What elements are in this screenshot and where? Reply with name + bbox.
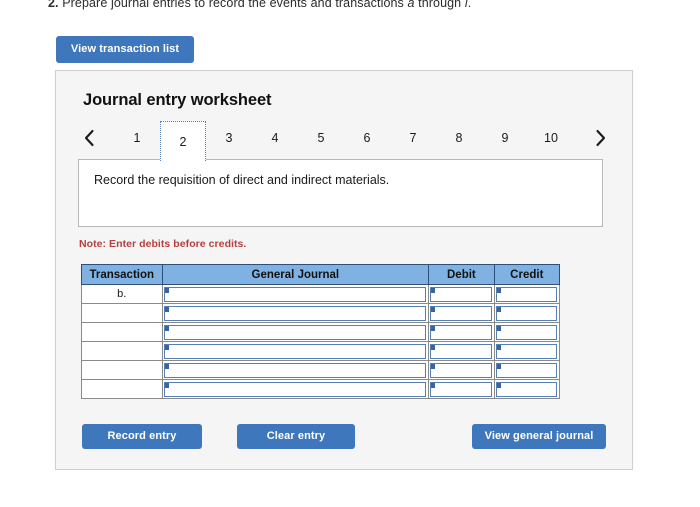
header-debit: Debit [428,264,495,285]
cell-transaction [81,360,163,380]
debit-input[interactable] [430,362,492,378]
credit-input[interactable] [495,362,557,378]
cell-general-journal [161,284,430,304]
cell-credit [493,341,561,361]
debit-input[interactable] [430,305,492,321]
pagination-page-6[interactable]: 6 [344,121,390,155]
cell-general-journal [161,322,430,342]
header-credit: Credit [493,264,561,285]
chevron-right-icon [595,129,607,147]
worksheet-description-text: Record the requisition of direct and ind… [94,173,390,187]
general-journal-input[interactable] [163,362,427,378]
journal-entry-table: Transaction General Journal Debit Credit… [81,264,561,399]
pagination-page-list: 1 2 3 4 5 6 7 8 9 10 [114,121,582,161]
pagination-page-9[interactable]: 9 [482,121,528,155]
pagination-page-3[interactable]: 3 [206,121,252,155]
question-number: 2. [48,0,59,10]
credit-input[interactable] [495,381,557,397]
cell-credit [493,360,561,380]
question-text-after: . [467,0,472,10]
view-general-journal-button[interactable]: View general journal [472,424,606,449]
pagination-page-10[interactable]: 10 [528,121,574,155]
cell-credit [493,303,561,323]
pagination-prev-button[interactable] [76,121,102,155]
table-row: b. [81,284,561,304]
credit-input[interactable] [495,343,557,359]
cell-debit [428,341,495,361]
table-row [81,303,561,323]
debits-before-credits-note: Note: Enter debits before credits. [79,238,247,250]
general-journal-input[interactable] [163,343,427,359]
cell-debit [428,360,495,380]
cell-transaction [81,303,163,323]
question-prompt: 2. Prepare journal entries to record the… [48,0,471,10]
cell-transaction: b. [81,284,163,304]
cell-debit [428,322,495,342]
table-row [81,322,561,342]
table-header-row: Transaction General Journal Debit Credit [81,264,561,285]
pagination-page-2[interactable]: 2 [160,121,206,161]
cell-credit [493,379,561,399]
cell-transaction [81,322,163,342]
cell-debit [428,303,495,323]
debit-input[interactable] [430,343,492,359]
transaction-label: b. [117,288,127,300]
cell-credit [493,322,561,342]
worksheet-description-box: Record the requisition of direct and ind… [78,159,603,227]
pagination-page-8[interactable]: 8 [436,121,482,155]
credit-input[interactable] [495,286,557,302]
worksheet-title: Journal entry worksheet [83,91,272,109]
table-row [81,341,561,361]
table-row [81,379,561,399]
general-journal-input[interactable] [163,305,427,321]
general-journal-input[interactable] [163,381,427,397]
question-italic-a: a [407,0,415,10]
pagination-page-1[interactable]: 1 [114,121,160,155]
chevron-left-icon [83,129,95,147]
debit-input[interactable] [430,324,492,340]
record-entry-button[interactable]: Record entry [82,424,202,449]
credit-input[interactable] [495,324,557,340]
general-journal-input[interactable] [163,286,427,302]
cell-general-journal [161,360,430,380]
debit-input[interactable] [430,286,492,302]
cell-transaction [81,379,163,399]
question-text-before: Prepare journal entries to record the ev… [62,0,404,10]
header-transaction: Transaction [81,264,163,285]
view-transaction-list-button[interactable]: View transaction list [56,36,194,63]
cell-debit [428,284,495,304]
pagination-page-4[interactable]: 4 [252,121,298,155]
worksheet-pagination: 1 2 3 4 5 6 7 8 9 10 [76,121,614,161]
clear-entry-button[interactable]: Clear entry [237,424,355,449]
debit-input[interactable] [430,381,492,397]
journal-entry-worksheet-card: Journal entry worksheet 1 2 3 4 5 6 7 8 9 10 Reco… [55,70,633,470]
pagination-next-button[interactable] [588,121,614,155]
header-general-journal: General Journal [161,264,430,285]
journal-entry-table-body: b. [81,284,561,399]
pagination-page-7[interactable]: 7 [390,121,436,155]
cell-transaction [81,341,163,361]
pagination-page-5[interactable]: 5 [298,121,344,155]
credit-input[interactable] [495,305,557,321]
cell-credit [493,284,561,304]
cell-general-journal [161,341,430,361]
question-text-middle: through [418,0,462,10]
cell-general-journal [161,303,430,323]
table-row [81,360,561,380]
cell-debit [428,379,495,399]
general-journal-input[interactable] [163,324,427,340]
cell-general-journal [161,379,430,399]
